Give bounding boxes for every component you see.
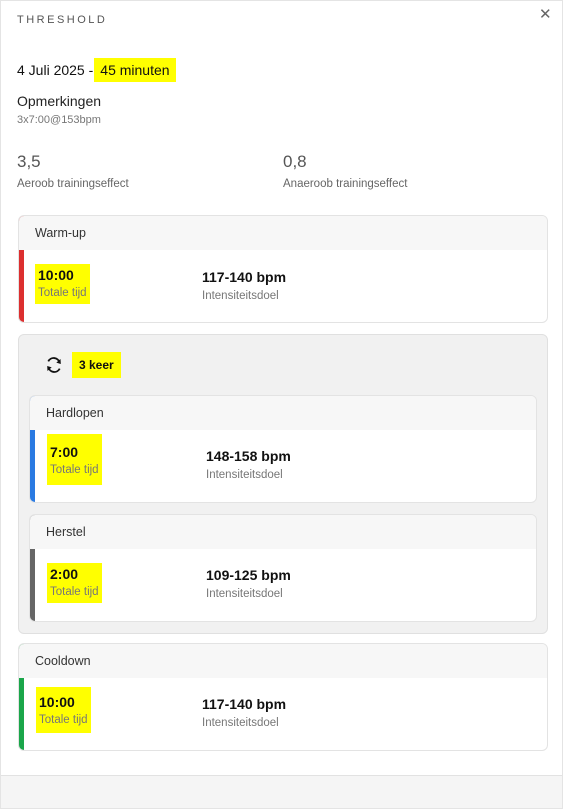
step-intensity-value: 117-140 bpm [202, 696, 287, 712]
step-time-label: Totale tijd [38, 287, 87, 299]
panel-title: THRESHOLD [17, 14, 108, 26]
step-title: Hardlopen [30, 396, 536, 430]
step-time-block: 10:00 Totale tijd [35, 264, 90, 304]
step-intensity-value: 117-140 bpm [202, 269, 287, 285]
step-time-label: Totale tijd [50, 586, 99, 598]
step-time-label: Totale tijd [50, 464, 99, 476]
step-time-block: 7:00 Totale tijd [47, 434, 102, 485]
step-intensity-label: Intensiteitsdoel [202, 717, 279, 729]
step-card-cooldown[interactable]: Cooldown 10:00 Totale tijd 117-140 bpm I… [18, 643, 548, 751]
anaerobic-effect-value: 0,8 [283, 152, 307, 171]
workout-duration: 45 minuten [94, 58, 176, 82]
step-time-value: 2:00 [50, 566, 79, 582]
date-separator: - [88, 62, 94, 78]
step-time-block: 2:00 Totale tijd [47, 563, 102, 603]
step-time-value: 10:00 [38, 267, 74, 283]
step-intensity-label: Intensiteitsdoel [206, 588, 283, 600]
step-time-label: Totale tijd [39, 714, 88, 726]
repeat-group: 3 keer Hardlopen 7:00 Totale tijd 148-15… [18, 334, 548, 634]
anaerobic-effect-label: Anaeroob trainingseffect [283, 178, 408, 190]
panel-footer [1, 775, 562, 808]
step-time-block: 10:00 Totale tijd [36, 687, 91, 733]
step-card-recover[interactable]: Herstel 2:00 Totale tijd 109-125 bpm Int… [29, 514, 537, 622]
step-title: Cooldown [19, 644, 547, 678]
step-time-value: 10:00 [39, 694, 75, 710]
notes-text: 3x7:00@153bpm [17, 114, 101, 126]
close-icon[interactable]: ✕ [539, 7, 552, 23]
repeat-count: 3 keer [72, 352, 121, 378]
step-intensity-label: Intensiteitsdoel [206, 469, 283, 481]
aerobic-effect-value: 3,5 [17, 152, 41, 171]
workout-date-line: 4 Juli 2025 - 45 minuten [17, 57, 176, 83]
repeat-icon [47, 357, 61, 373]
step-intensity-value: 148-158 bpm [206, 448, 291, 464]
step-intensity-value: 109-125 bpm [206, 567, 291, 583]
step-card-warmup[interactable]: Warm-up 10:00 Totale tijd 117-140 bpm In… [18, 215, 548, 323]
step-time-value: 7:00 [50, 444, 79, 460]
step-title: Herstel [30, 515, 536, 549]
step-card-run[interactable]: Hardlopen 7:00 Totale tijd 148-158 bpm I… [29, 395, 537, 503]
workout-detail-panel: THRESHOLD ✕ 4 Juli 2025 - 45 minuten Opm… [0, 0, 563, 809]
aerobic-effect-label: Aeroob trainingseffect [17, 178, 129, 190]
step-intensity-label: Intensiteitsdoel [202, 290, 279, 302]
step-title: Warm-up [19, 216, 547, 250]
workout-date: 4 Juli 2025 [17, 62, 85, 78]
notes-label: Opmerkingen [17, 93, 102, 109]
